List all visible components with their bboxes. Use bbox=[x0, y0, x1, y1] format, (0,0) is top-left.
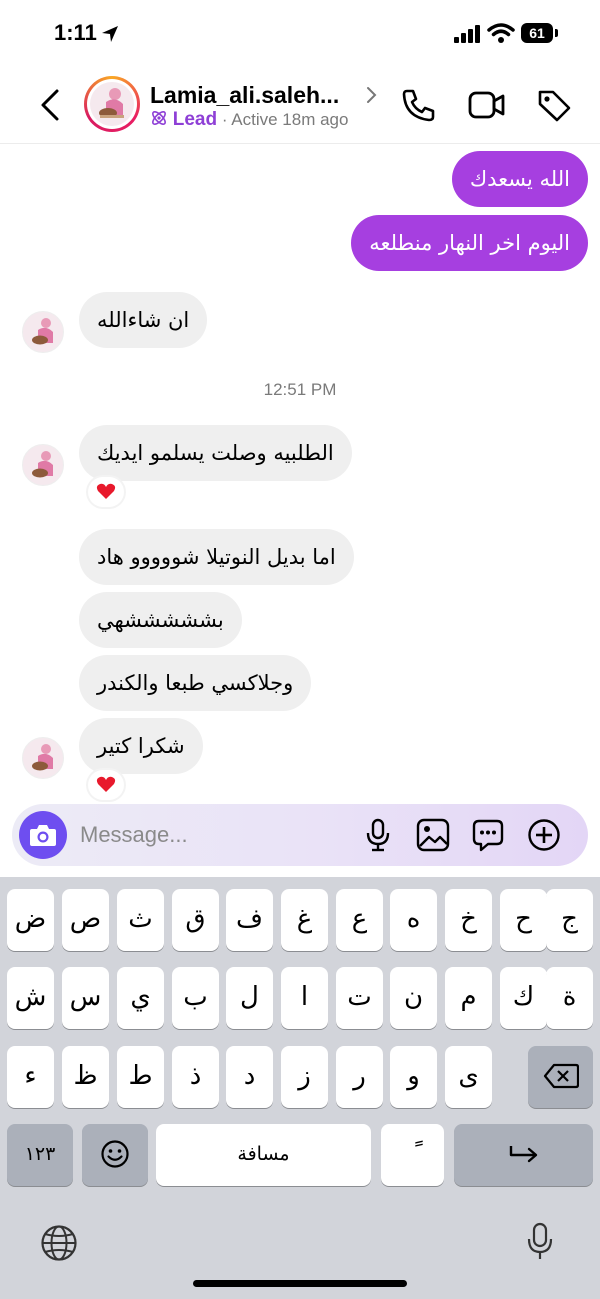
message-timestamp: 12:51 PM bbox=[263, 380, 337, 399]
active-status: Active 18m ago bbox=[231, 110, 349, 129]
emoji-icon bbox=[101, 1140, 129, 1168]
video-call-icon[interactable] bbox=[468, 89, 506, 121]
camera-button[interactable] bbox=[19, 811, 67, 859]
key[interactable]: ح bbox=[500, 889, 547, 951]
incoming-message[interactable]: اما بديل النوتيلا شووووو هاد bbox=[79, 529, 354, 585]
gallery-icon[interactable] bbox=[416, 818, 450, 852]
key[interactable]: ر bbox=[336, 1046, 383, 1108]
key[interactable]: ض bbox=[7, 889, 54, 951]
cellular-signal-icon bbox=[454, 25, 480, 43]
key[interactable]: س bbox=[62, 967, 109, 1029]
status-time: 1:11 bbox=[54, 20, 97, 45]
key[interactable]: ة bbox=[546, 967, 593, 1029]
lead-atom-icon bbox=[152, 111, 166, 125]
chevron-right-icon[interactable] bbox=[365, 86, 377, 104]
heart-icon bbox=[96, 776, 116, 792]
incoming-message[interactable]: الطلبيه وصلت يسلمو ايديك bbox=[79, 425, 352, 481]
heart-reaction[interactable] bbox=[88, 770, 124, 800]
key[interactable]: ث bbox=[117, 889, 164, 951]
key[interactable]: ك bbox=[500, 967, 547, 1029]
tag-icon[interactable] bbox=[536, 88, 572, 122]
outgoing-message[interactable]: اليوم اخر النهار منطلعه bbox=[351, 215, 588, 271]
key[interactable]: ظ bbox=[62, 1046, 109, 1108]
key[interactable]: غ bbox=[281, 889, 328, 951]
sender-avatar[interactable] bbox=[22, 311, 64, 353]
battery-tip bbox=[555, 29, 558, 37]
space-key[interactable]: مسافة bbox=[156, 1124, 371, 1186]
camera-icon bbox=[30, 825, 56, 846]
key[interactable]: ص bbox=[62, 889, 109, 951]
heart-icon bbox=[96, 483, 116, 499]
contact-subtitle: Lead · Active 18m ago bbox=[150, 109, 348, 131]
key[interactable]: خ bbox=[445, 889, 492, 951]
avatar-logo-icon bbox=[32, 318, 53, 345]
globe-icon[interactable] bbox=[40, 1224, 78, 1262]
sender-avatar[interactable] bbox=[22, 737, 64, 779]
key[interactable]: ب bbox=[172, 967, 219, 1029]
incoming-message[interactable]: شكرا كتير bbox=[79, 718, 203, 774]
key[interactable]: ذ bbox=[172, 1046, 219, 1108]
location-arrow-icon bbox=[102, 26, 118, 42]
numbers-key[interactable]: ١٢٣ bbox=[7, 1124, 73, 1186]
key[interactable]: ي bbox=[117, 967, 164, 1029]
key[interactable]: ق bbox=[172, 889, 219, 951]
return-arrow-icon bbox=[509, 1146, 537, 1163]
key[interactable]: ن bbox=[390, 967, 437, 1029]
return-key[interactable] bbox=[454, 1124, 593, 1186]
key[interactable]: ل bbox=[226, 967, 273, 1029]
key[interactable]: و bbox=[390, 1046, 437, 1108]
lead-label: Lead bbox=[172, 109, 218, 130]
key[interactable]: ط bbox=[117, 1046, 164, 1108]
separator-dot: · bbox=[221, 110, 232, 129]
outgoing-message[interactable]: الله يسعدك bbox=[451, 151, 588, 207]
diacritic-key[interactable]: ً bbox=[381, 1124, 444, 1186]
key[interactable]: ى bbox=[445, 1046, 492, 1108]
key[interactable]: ج bbox=[546, 889, 593, 951]
key[interactable]: ش bbox=[7, 967, 54, 1029]
key[interactable]: م bbox=[445, 967, 492, 1029]
heart-reaction[interactable] bbox=[88, 477, 124, 507]
contact-avatar[interactable] bbox=[84, 76, 140, 132]
battery-indicator: 61 bbox=[521, 23, 553, 43]
key[interactable]: ه bbox=[390, 889, 437, 951]
incoming-message[interactable]: ان شاءالله bbox=[79, 292, 208, 348]
backspace-key[interactable] bbox=[528, 1046, 593, 1108]
microphone-icon[interactable] bbox=[364, 818, 392, 852]
add-circle-icon[interactable] bbox=[527, 818, 561, 852]
key[interactable]: ت bbox=[336, 967, 383, 1029]
wifi-icon bbox=[487, 23, 515, 43]
key[interactable]: ا bbox=[281, 967, 328, 1029]
phone-call-icon[interactable] bbox=[401, 88, 437, 122]
key[interactable]: ء bbox=[7, 1046, 54, 1108]
backspace-icon bbox=[543, 1063, 579, 1089]
avatar-logo-icon bbox=[99, 88, 124, 118]
key[interactable]: د bbox=[226, 1046, 273, 1108]
back-chevron-icon[interactable] bbox=[38, 88, 62, 122]
sender-avatar[interactable] bbox=[22, 444, 64, 486]
message-input[interactable]: Message... bbox=[80, 822, 188, 848]
avatar-logo-icon bbox=[32, 451, 53, 478]
emoji-key[interactable] bbox=[82, 1124, 148, 1186]
home-indicator[interactable] bbox=[193, 1280, 407, 1287]
contact-name[interactable]: Lamia_ali.saleh... bbox=[150, 82, 339, 109]
key[interactable]: ع bbox=[336, 889, 383, 951]
header-divider bbox=[0, 143, 600, 144]
key[interactable]: ف bbox=[226, 889, 273, 951]
avatar-logo-icon bbox=[32, 744, 53, 771]
dictation-mic-icon[interactable] bbox=[525, 1222, 555, 1262]
incoming-message[interactable]: وجلاكسي طبعا والكندر bbox=[79, 655, 312, 711]
sticker-chat-icon[interactable] bbox=[471, 818, 505, 852]
incoming-message[interactable]: بشششششهي bbox=[79, 592, 242, 648]
key[interactable]: ز bbox=[281, 1046, 328, 1108]
